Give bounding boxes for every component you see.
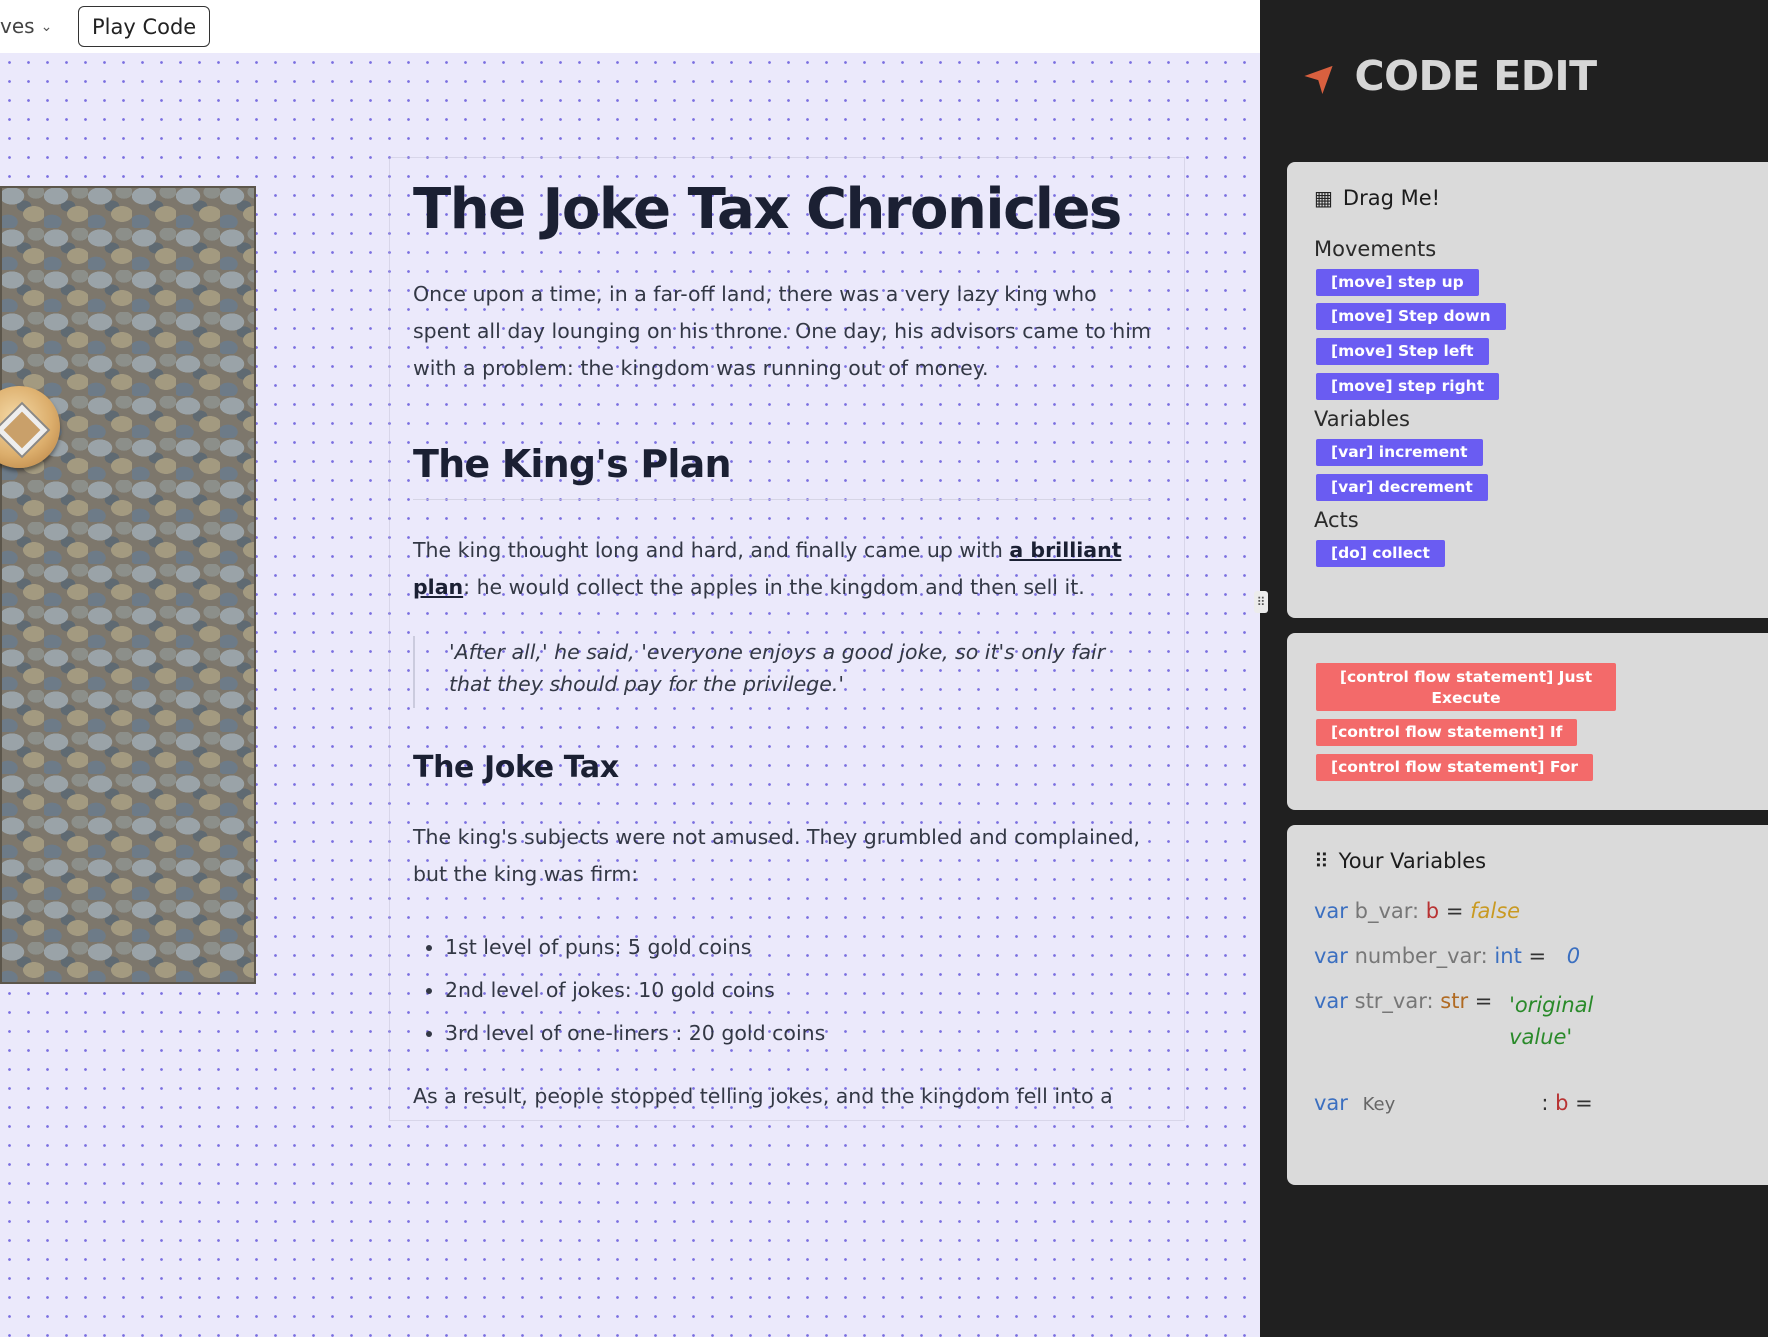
movements-label: Movements [1314, 237, 1437, 261]
section-heading-joke-tax: The Joke Tax [413, 750, 619, 785]
move-step-down-block[interactable]: [move] Step down [1316, 303, 1506, 330]
your-variables-header: ⠿ Your Variables [1314, 849, 1487, 873]
variable-row: var number_var: int = 0 [1314, 944, 1581, 968]
control-if-block[interactable]: [control flow statement] If [1316, 719, 1578, 746]
plan-paragraph: The king thought long and hard, and fina… [413, 538, 1122, 599]
var-decrement-block[interactable]: [var] decrement [1316, 474, 1488, 501]
move-step-left-block[interactable]: [move] Step left [1316, 338, 1489, 365]
story-article: The Joke Tax Chronicles Once upon a time… [389, 157, 1185, 1121]
intro-paragraph: Once upon a time, in a far-off land, the… [413, 282, 1151, 380]
new-variable-type[interactable]: b [1555, 1091, 1568, 1115]
quote-text: 'After all,' he said, 'everyone enjoys a… [449, 640, 1106, 696]
acts-label: Acts [1314, 508, 1359, 532]
result-paragraph: As a result, people stopped telling joke… [413, 1084, 1113, 1108]
drag-icon: ▦ [1314, 186, 1333, 210]
game-canvas-area: The Joke Tax Chronicles Once upon a time… [0, 53, 1260, 1337]
variables-label: Variables [1314, 407, 1410, 431]
page-title: The Joke Tax Chronicles [413, 177, 1122, 242]
king-quote: 'After all,' he said, 'everyone enjoys a… [413, 636, 1153, 708]
tax-levels-list: 1st level of puns: 5 gold coins 2nd leve… [413, 926, 825, 1055]
top-bar: ves ⌄ Play Code [0, 0, 1260, 53]
var-increment-block[interactable]: [var] increment [1316, 439, 1483, 466]
b-var-value[interactable]: false [1470, 899, 1520, 923]
chevron-down-icon: ⌄ [40, 19, 53, 35]
str-var-value[interactable]: 'original value' [1509, 989, 1629, 1053]
move-step-right-block[interactable]: [move] step right [1316, 373, 1500, 400]
moves-dropdown[interactable]: ves ⌄ [0, 14, 52, 38]
drag-handle-icon[interactable]: ⠿ [1314, 849, 1329, 873]
number-var-value[interactable]: 0 [1567, 944, 1580, 968]
control-just-execute-block[interactable]: [control flow statement] Just Execute [1316, 663, 1616, 711]
code-editor-panel: ➤ CODE EDIT ▦ Drag Me! Movements [move] … [1260, 0, 1768, 1337]
drag-me-header: ▦ Drag Me! [1314, 186, 1441, 210]
variable-key-input[interactable]: Key [1355, 1094, 1513, 1115]
rocket-icon: ➤ [1293, 47, 1350, 105]
list-item: 2nd level of jokes: 10 gold coins [445, 969, 825, 1012]
play-code-button[interactable]: Play Code [78, 6, 211, 47]
moves-dropdown-label: ves [0, 14, 35, 38]
subjects-paragraph: The king's subjects were not amused. The… [413, 825, 1140, 886]
your-variables-card: ⠿ Your Variables var b_var: b = false va… [1287, 825, 1768, 1185]
heading-divider [413, 499, 1151, 500]
panel-resize-handle[interactable]: ⠿ [1254, 591, 1268, 613]
variable-row: var str_var: str = 'original value' [1314, 989, 1629, 1053]
editor-title: ➤ CODE EDIT [1294, 48, 1598, 104]
drag-blocks-card: ▦ Drag Me! Movements [move] step up [mov… [1287, 162, 1768, 618]
variable-row: var b_var: b = false [1314, 899, 1521, 923]
gold-coin-icon [0, 386, 60, 468]
list-item: 3rd level of one-liners : 20 gold coins [445, 1012, 825, 1055]
new-variable-row: var Key : b = [1314, 1091, 1593, 1115]
move-step-up-block[interactable]: [move] step up [1316, 269, 1479, 296]
game-board [0, 186, 256, 984]
editor-title-text: CODE EDIT [1354, 52, 1598, 100]
do-collect-block[interactable]: [do] collect [1316, 540, 1445, 567]
control-for-block[interactable]: [control flow statement] For [1316, 754, 1594, 781]
control-flow-card: [control flow statement] Just Execute [c… [1287, 633, 1768, 810]
list-item: 1st level of puns: 5 gold coins [445, 926, 825, 969]
section-heading-kings-plan: The King's Plan [413, 442, 732, 486]
